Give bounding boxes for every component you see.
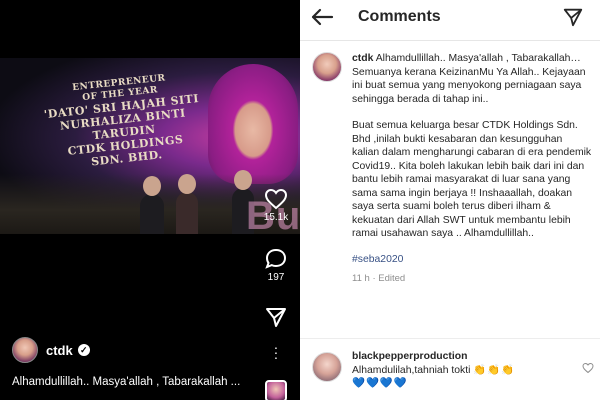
comment-username[interactable]: ctdk [352, 53, 373, 64]
award-headline: ENTREPRENEUR OF THE YEAR 'DATO' SRI HAJA… [24, 68, 222, 174]
person-figure [176, 174, 198, 234]
heart-icon [264, 188, 288, 210]
person-figure [140, 176, 164, 234]
comment-text: Alhamdulilah,tahniah tokti [352, 364, 471, 376]
reel-panel: ENTREPRENEUR OF THE YEAR 'DATO' SRI HAJA… [0, 0, 300, 400]
back-arrow-icon[interactable] [310, 7, 334, 27]
verified-icon: ✓ [77, 344, 90, 356]
reel-caption[interactable]: Alhamdullillah.. Masya'allah , Tabarakal… [12, 376, 267, 388]
avatar[interactable] [312, 352, 342, 382]
comments-header: Comments [300, 0, 600, 34]
portrait-image [208, 64, 298, 184]
comment-username[interactable]: blackpepperproduction [352, 350, 562, 364]
clap-emoji: 👏👏👏 [473, 364, 516, 376]
hashtag-link[interactable]: #seba2020 [352, 253, 592, 267]
edited-label: Edited [378, 273, 406, 284]
send-icon [266, 308, 286, 327]
like-count: 15.1k [263, 212, 289, 223]
comment-button[interactable]: 197 [258, 248, 294, 283]
share-button[interactable] [258, 306, 294, 328]
comment-body: blackpepperproduction Alhamdulilah,tahni… [352, 350, 562, 391]
reel-author[interactable]: ctdk ✓ [12, 337, 90, 363]
comment-paragraph: Buat semua keluarga besar CTDK Holdings … [352, 120, 592, 239]
comment-count: 197 [267, 272, 285, 283]
divider [300, 338, 600, 339]
heart-emoji: 💙💙💙💙 [352, 378, 408, 389]
divider [300, 40, 600, 41]
comment-body: ctdk Alhamdullillah.. Masya'allah , Taba… [352, 52, 592, 286]
comment-meta: 11 h · Edited [352, 273, 406, 284]
more-options-icon[interactable]: · · · [270, 340, 282, 364]
like-button[interactable]: 15.1k [258, 188, 294, 223]
page-title: Comments [358, 8, 441, 25]
like-heart-icon[interactable] [582, 362, 594, 374]
avatar[interactable] [12, 337, 38, 363]
comment-time: 11 h [352, 273, 370, 284]
avatar[interactable] [312, 52, 342, 82]
comment-icon [265, 248, 287, 269]
comment-paragraph: Alhamdullillah.. Masya'allah , Tabarakal… [352, 53, 586, 105]
send-icon[interactable] [562, 6, 584, 28]
audio-thumbnail[interactable] [265, 380, 287, 400]
comments-panel: Comments ctdk Alhamdullillah.. Masya'all… [300, 0, 600, 400]
author-username[interactable]: ctdk [46, 343, 73, 358]
